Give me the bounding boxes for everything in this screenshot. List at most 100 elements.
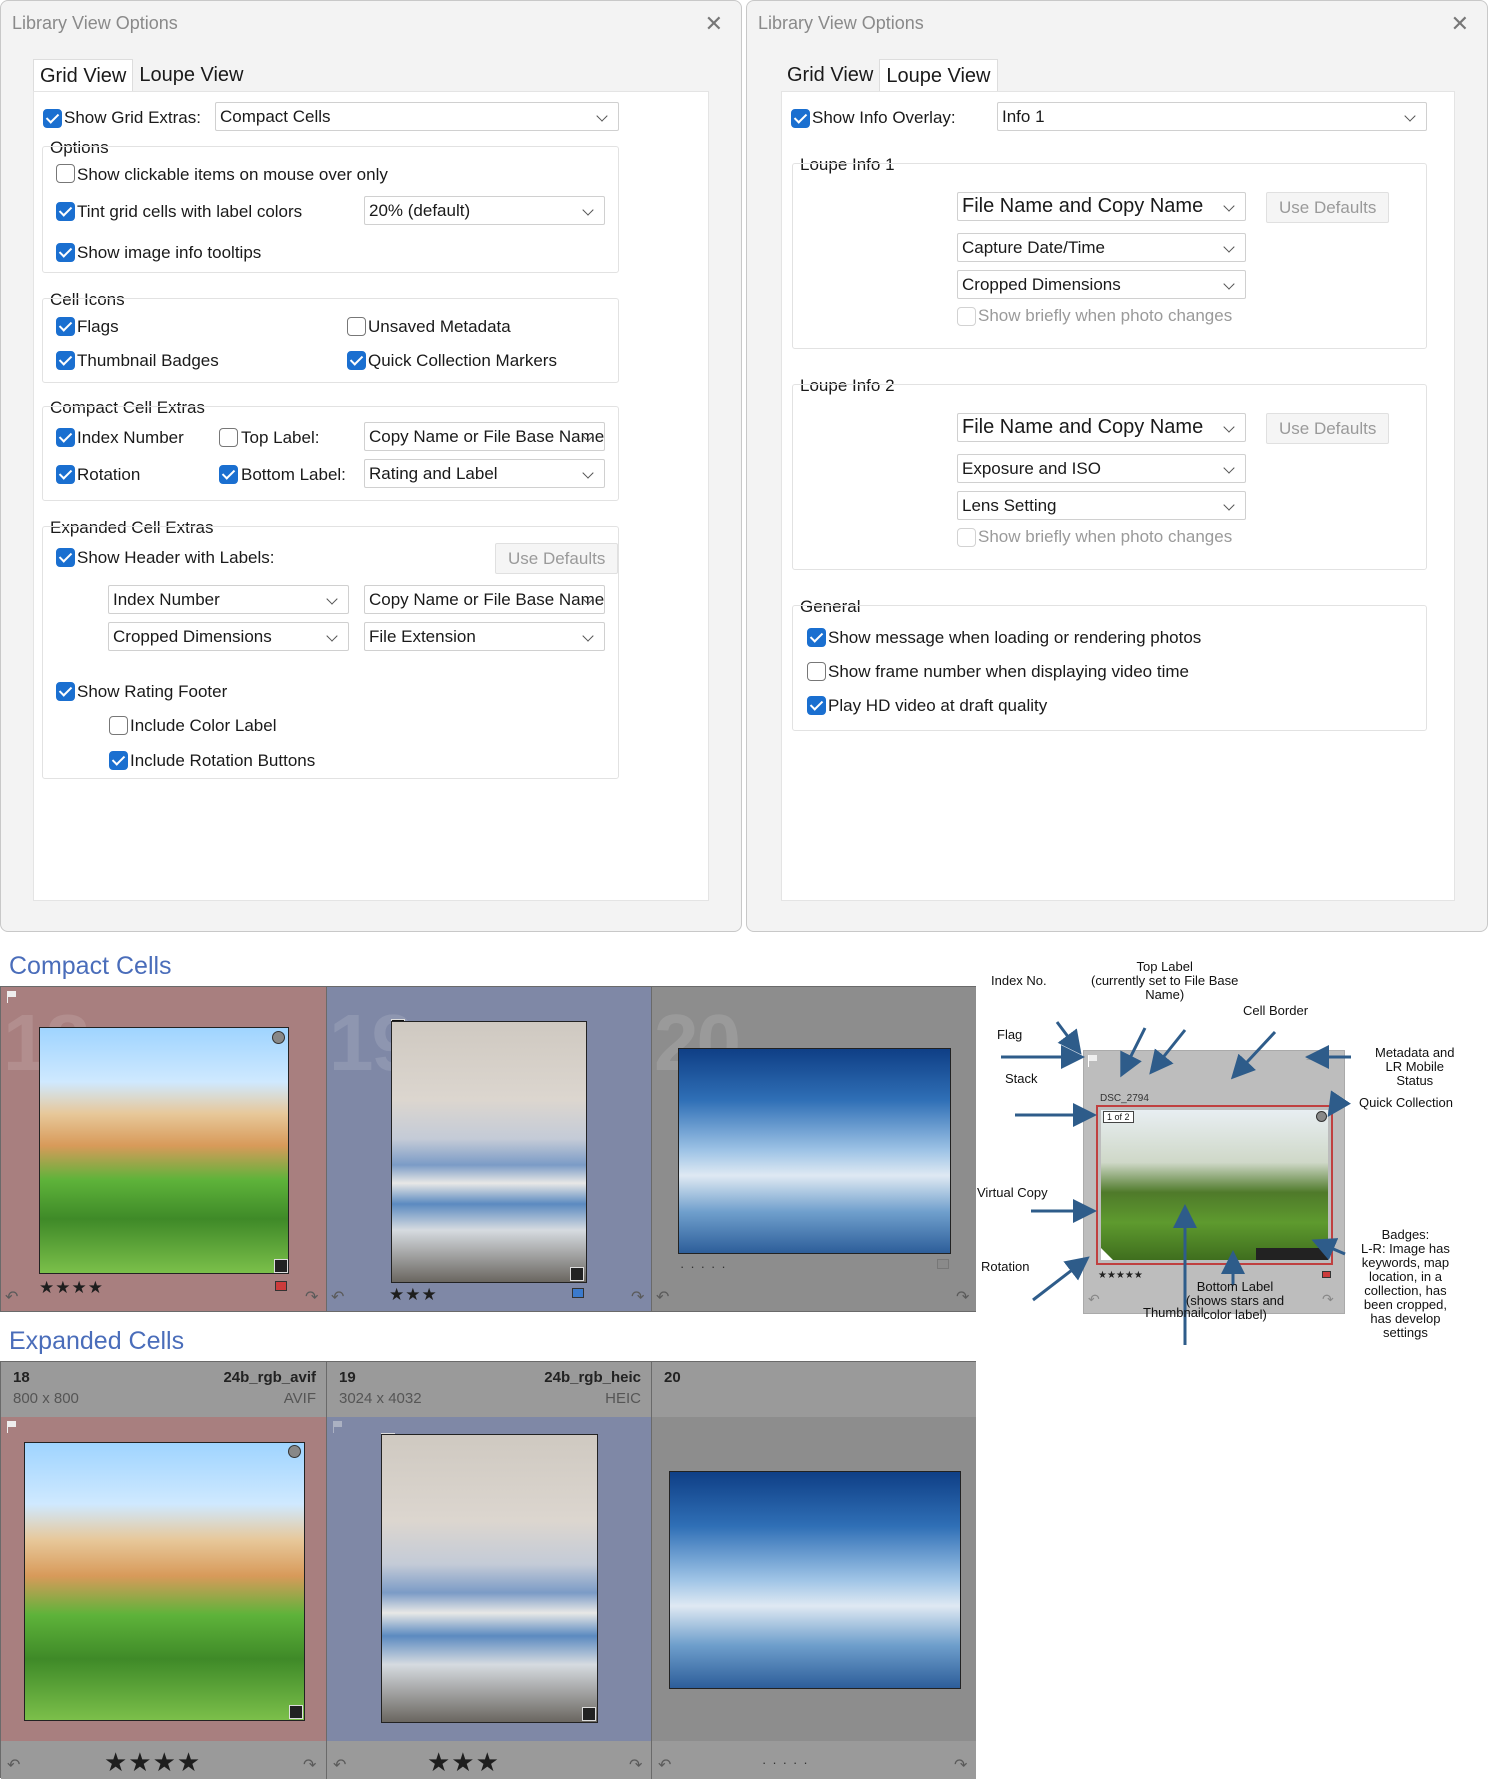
- rotate-left-icon[interactable]: ↶: [333, 1755, 346, 1775]
- expanded-cell[interactable]: 19 24b_rgb_heic 3024 x 4032 HEIC ★★★ ↶ ↷: [327, 1362, 652, 1779]
- tint-cells-checkbox[interactable]: [56, 202, 75, 221]
- quick-collection-markers-checkbox[interactable]: [347, 351, 366, 370]
- grid-view-panel: Show Grid Extras: Compact Cells Options …: [33, 91, 709, 901]
- info2-field-1-dropdown[interactable]: File Name and Copy Name: [957, 413, 1246, 442]
- rating-footer-checkbox[interactable]: [56, 682, 75, 701]
- image-tooltips-checkbox[interactable]: [56, 243, 75, 262]
- rating-stars[interactable]: ★★★★: [39, 1278, 104, 1298]
- tab-grid-view[interactable]: Grid View: [33, 59, 134, 92]
- header-field-3-dropdown[interactable]: Cropped Dimensions: [108, 622, 349, 651]
- bottom-label-dropdown[interactable]: Rating and Label: [364, 459, 605, 488]
- flag-icon[interactable]: [333, 1421, 344, 1433]
- color-label-icon[interactable]: [937, 1259, 949, 1269]
- index-number-checkbox[interactable]: [56, 428, 75, 447]
- color-label-icon[interactable]: [275, 1281, 287, 1291]
- include-rotation-buttons-checkbox[interactable]: [109, 751, 128, 770]
- cell-header: 18 24b_rgb_avif 800 x 800 AVIF: [1, 1362, 326, 1417]
- rotate-right-icon[interactable]: ↷: [631, 1287, 644, 1307]
- info2-field-2-dropdown[interactable]: Exposure and ISO: [957, 454, 1246, 483]
- close-icon[interactable]: ✕: [705, 11, 723, 37]
- rotate-right-icon[interactable]: ↷: [629, 1755, 642, 1775]
- develop-badge-icon[interactable]: [289, 1705, 303, 1719]
- top-label-checkbox[interactable]: [219, 428, 238, 447]
- tab-loupe-view[interactable]: Loupe View: [133, 59, 249, 92]
- thumbnail[interactable]: [381, 1434, 598, 1723]
- thumbnail[interactable]: [669, 1471, 961, 1689]
- info1-field-2-dropdown[interactable]: Capture Date/Time: [957, 233, 1246, 262]
- annotation-stack: Stack: [1005, 1071, 1038, 1086]
- title-bar: Library View Options ✕: [747, 1, 1487, 45]
- unsaved-metadata-checkbox[interactable]: [347, 317, 366, 336]
- compact-cell[interactable]: 20 ····· ↶ ↷: [652, 987, 976, 1311]
- show-grid-extras-checkbox[interactable]: [43, 109, 62, 128]
- info2-field-3-dropdown[interactable]: Lens Setting: [957, 491, 1246, 520]
- include-color-label-checkbox[interactable]: [109, 716, 128, 735]
- quick-collection-icon[interactable]: [288, 1445, 301, 1458]
- header-field-2-dropdown[interactable]: Copy Name or File Base Name: [364, 585, 605, 614]
- rotate-left-icon[interactable]: ↶: [331, 1287, 344, 1307]
- rating-stars[interactable]: ★★★: [427, 1747, 500, 1778]
- rating-stars[interactable]: ★★★: [389, 1285, 438, 1305]
- thumbnail-badges-checkbox[interactable]: [56, 351, 75, 370]
- info1-use-defaults-button[interactable]: Use Defaults: [1266, 192, 1390, 223]
- annotation-badges: Badges: L-R: Image has keywords, map loc…: [1361, 1227, 1450, 1340]
- header-dimensions: 3024 x 4032: [339, 1390, 422, 1407]
- title-bar: Library View Options ✕: [1, 1, 741, 45]
- tint-percent-dropdown[interactable]: 20% (default): [364, 196, 605, 225]
- tab-grid-view[interactable]: Grid View: [781, 59, 879, 92]
- loupe-view-panel: Show Info Overlay: Info 1 Loupe Info 1 F…: [781, 91, 1455, 901]
- thumbnail[interactable]: [678, 1048, 951, 1254]
- quick-collection-icon[interactable]: [272, 1031, 285, 1044]
- rotate-right-icon[interactable]: ↷: [303, 1755, 316, 1775]
- flag-icon[interactable]: [7, 991, 18, 1003]
- info2-briefly-checkbox[interactable]: [957, 528, 976, 547]
- info1-briefly-checkbox[interactable]: [957, 307, 976, 326]
- rating-footer: [652, 1741, 976, 1779]
- flag-icon[interactable]: [7, 1421, 18, 1433]
- develop-badge-icon[interactable]: [274, 1259, 288, 1273]
- rotate-left-icon[interactable]: ↶: [5, 1287, 18, 1307]
- close-icon[interactable]: ✕: [1451, 11, 1469, 37]
- compact-cell[interactable]: 18 ★★★★ ↶ ↷: [1, 987, 327, 1311]
- rating-stars[interactable]: ★★★★: [104, 1747, 201, 1778]
- frame-number-checkbox[interactable]: [807, 662, 826, 681]
- develop-badge-icon[interactable]: [582, 1707, 596, 1721]
- expanded-cell[interactable]: 20 ····· ↶ ↷: [652, 1362, 976, 1779]
- show-info-overlay-checkbox[interactable]: [791, 109, 810, 128]
- rotate-right-icon[interactable]: ↷: [305, 1287, 318, 1307]
- info2-use-defaults-button[interactable]: Use Defaults: [1266, 413, 1390, 444]
- info1-field-3-dropdown[interactable]: Cropped Dimensions: [957, 270, 1246, 299]
- expanded-cell[interactable]: 18 24b_rgb_avif 800 x 800 AVIF ★★★★ ↶ ↷: [1, 1362, 327, 1779]
- top-label-dropdown[interactable]: Copy Name or File Base Name: [364, 422, 605, 451]
- grid-extras-dropdown[interactable]: Compact Cells: [215, 102, 619, 131]
- header-index: 18: [13, 1369, 30, 1386]
- develop-badge-icon[interactable]: [570, 1267, 584, 1281]
- show-header-checkbox[interactable]: [56, 548, 75, 567]
- compact-cell[interactable]: 19 ★★★ ↶ ↷: [327, 987, 652, 1311]
- use-defaults-button[interactable]: Use Defaults: [495, 543, 619, 574]
- thumbnail[interactable]: [24, 1442, 305, 1721]
- thumbnail[interactable]: [391, 1021, 587, 1283]
- bottom-label-checkbox[interactable]: [219, 465, 238, 484]
- thumbnail[interactable]: [39, 1027, 289, 1274]
- rotation-checkbox[interactable]: [56, 465, 75, 484]
- flags-checkbox[interactable]: [56, 317, 75, 336]
- rotate-right-icon[interactable]: ↷: [954, 1755, 967, 1775]
- loading-message-checkbox[interactable]: [807, 628, 826, 647]
- flags-label: Flags: [77, 317, 119, 336]
- header-field-1-dropdown[interactable]: Index Number: [108, 585, 349, 614]
- color-label-icon[interactable]: [572, 1288, 584, 1298]
- rotate-left-icon[interactable]: ↶: [656, 1287, 669, 1307]
- clickable-items-checkbox[interactable]: [56, 164, 75, 183]
- rotate-right-icon[interactable]: ↷: [956, 1287, 969, 1307]
- rating-dots[interactable]: ·····: [762, 1755, 814, 1770]
- info-overlay-dropdown[interactable]: Info 1: [997, 102, 1427, 131]
- rotate-left-icon[interactable]: ↶: [658, 1755, 671, 1775]
- tab-loupe-view[interactable]: Loupe View: [879, 59, 998, 92]
- expanded-cells-grid: 18 24b_rgb_avif 800 x 800 AVIF ★★★★ ↶ ↷ …: [0, 1361, 976, 1779]
- rotate-left-icon[interactable]: ↶: [7, 1755, 20, 1775]
- hd-video-checkbox[interactable]: [807, 696, 826, 715]
- rating-dots[interactable]: ·····: [680, 1259, 732, 1274]
- info1-field-1-dropdown[interactable]: File Name and Copy Name: [957, 192, 1246, 221]
- header-field-4-dropdown[interactable]: File Extension: [364, 622, 605, 651]
